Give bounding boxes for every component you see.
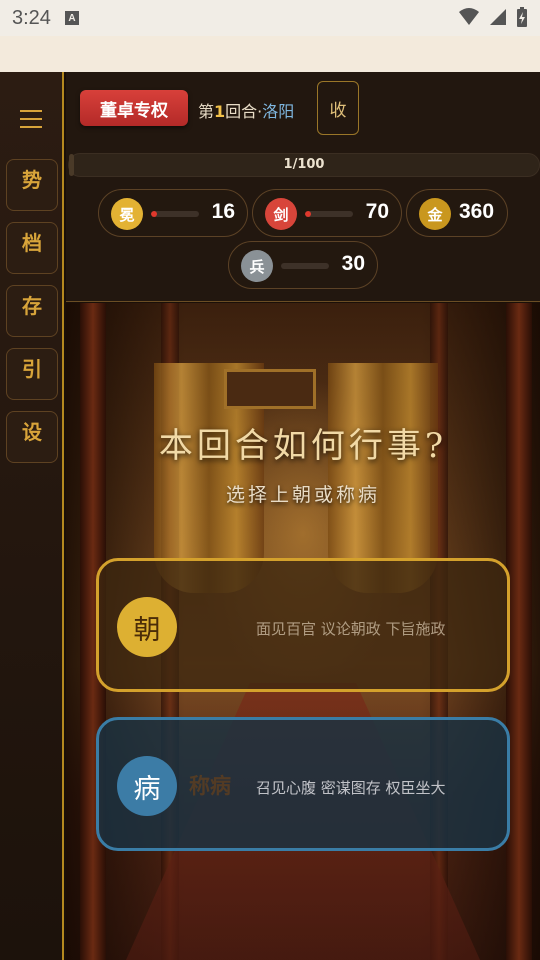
notification-icon: A	[64, 11, 79, 25]
feign-illness-button[interactable]: 病 称病 召见心腹 密谋图存 权臣坐大	[96, 717, 510, 851]
choice-name: 称病	[189, 774, 231, 798]
round-progress-bar: 1/100	[68, 153, 540, 177]
cell-signal-icon	[490, 9, 506, 25]
stat-chip-military[interactable]: 剑 70	[252, 189, 402, 237]
scene-title: 本回合如何行事?	[158, 426, 448, 466]
sidebar-item-save[interactable]: 存	[6, 285, 58, 337]
status-bar: 3:24 A	[0, 0, 540, 36]
main-panel: 董卓专权 第1回合·洛阳 收 1/100 冕 16 剑 70 金 360 兵 3…	[66, 72, 540, 960]
status-time: 3:24	[12, 6, 51, 29]
choice-description: 面见百官 议论朝政 下旨施政	[256, 620, 446, 638]
sidebar-item-guide[interactable]: 引	[6, 348, 58, 400]
crown-icon: 冕	[111, 198, 143, 230]
city-name: 洛阳	[262, 102, 295, 121]
round-number: 1	[214, 102, 226, 121]
stat-bar-soldiers	[281, 263, 329, 269]
round-prefix: 第	[198, 102, 215, 121]
sword-icon: 剑	[265, 198, 297, 230]
scene-plaque	[224, 369, 316, 409]
illness-icon: 病	[117, 756, 177, 816]
stat-chip-gold[interactable]: 金 360	[406, 189, 508, 237]
attend-court-button[interactable]: 朝 面见百官 议论朝政 下旨施政	[96, 558, 510, 692]
faction-badge[interactable]: 董卓专权	[80, 90, 188, 126]
sidebar-item-archive[interactable]: 档	[6, 222, 58, 274]
top-spacer	[0, 36, 540, 72]
round-progress-text: 1/100	[283, 157, 325, 172]
stat-chip-prestige[interactable]: 冕 16	[98, 189, 248, 237]
status-icons	[458, 6, 528, 28]
battery-icon	[517, 7, 527, 27]
stat-value-military: 70	[365, 200, 389, 223]
menu-icon[interactable]	[18, 106, 44, 132]
scene-subtitle: 选择上朝或称病	[225, 484, 380, 506]
round-suffix: 回合	[225, 102, 258, 121]
palace-scene: 本回合如何行事? 选择上朝或称病 朝 面见百官 议论朝政 下旨施政 病 称病 召…	[66, 303, 540, 960]
round-indicator: 第1回合·洛阳	[198, 98, 294, 122]
choice-description: 召见心腹 密谋图存 权臣坐大	[256, 779, 446, 797]
wifi-icon	[459, 8, 479, 25]
stat-bar-military	[305, 211, 353, 217]
sidebar-item-power[interactable]: 势	[6, 159, 58, 211]
soldier-icon: 兵	[241, 250, 273, 282]
stat-value-prestige: 16	[211, 200, 235, 223]
stat-value-soldiers: 30	[341, 252, 365, 275]
stat-chip-soldiers[interactable]: 兵 30	[228, 241, 378, 289]
stat-value-gold: 360	[459, 200, 495, 223]
collapse-button[interactable]: 收	[317, 81, 359, 135]
sidebar: 势 档 存 引 设	[0, 72, 64, 960]
stat-bar-prestige	[151, 211, 199, 217]
court-icon: 朝	[117, 597, 177, 657]
sidebar-item-settings[interactable]: 设	[6, 411, 58, 463]
game-header: 董卓专权 第1回合·洛阳 收 1/100 冕 16 剑 70 金 360 兵 3…	[66, 72, 540, 302]
gold-icon: 金	[419, 198, 451, 230]
